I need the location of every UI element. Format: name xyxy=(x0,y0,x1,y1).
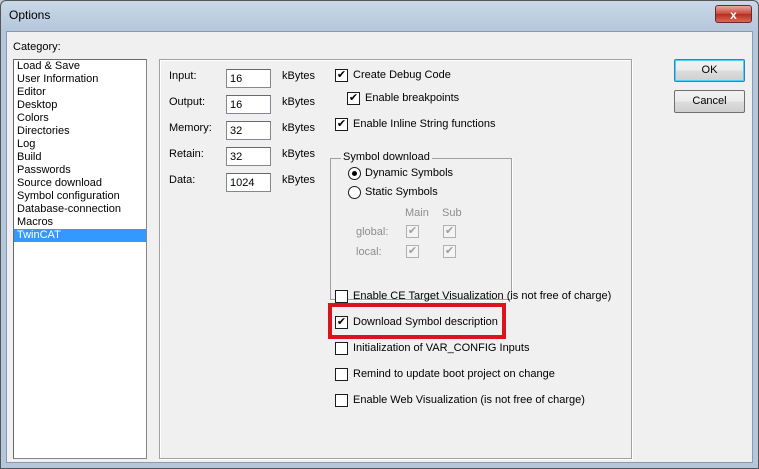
local-row-label: local: xyxy=(356,246,382,258)
data-size-unit: kBytes xyxy=(282,174,316,186)
global-main-checkbox[interactable]: ✔ xyxy=(406,225,419,238)
input-size-unit: kBytes xyxy=(282,70,316,82)
global-row-label: global: xyxy=(356,226,389,238)
category-item-database-connection[interactable]: Database-connection xyxy=(14,203,146,216)
global-sub-checkbox[interactable]: ✔ xyxy=(443,225,456,238)
annotation-highlight-box xyxy=(328,303,506,339)
retain-size-field[interactable]: 32 xyxy=(226,147,271,166)
symbol-download-title: Symbol download xyxy=(341,151,432,163)
enable-web-visualization-label: Enable Web Visualization (is not free of… xyxy=(353,394,585,406)
enable-breakpoints-label: Enable breakpoints xyxy=(365,92,460,104)
create-debug-code-checkbox[interactable]: ✔ xyxy=(335,69,348,82)
init-var-config-label: Initialization of VAR_CONFIG Inputs xyxy=(353,342,530,354)
retain-size-unit: kBytes xyxy=(282,148,316,160)
radio-selected-dot xyxy=(352,171,357,176)
output-size-unit: kBytes xyxy=(282,96,316,108)
output-size-label: Output: xyxy=(169,96,206,108)
sub-column-header: Sub xyxy=(442,207,462,219)
ok-button[interactable]: OK xyxy=(674,59,745,82)
create-debug-code-label: Create Debug Code xyxy=(353,69,451,81)
remind-boot-project-checkbox[interactable] xyxy=(335,368,348,381)
static-symbols-label: Static Symbols xyxy=(365,186,438,198)
category-item-editor[interactable]: Editor xyxy=(14,86,146,99)
dynamic-symbols-label: Dynamic Symbols xyxy=(365,167,454,179)
memory-size-label: Memory: xyxy=(169,122,212,134)
category-item-load-save[interactable]: Load & Save xyxy=(14,60,146,73)
memory-size-field[interactable]: 32 xyxy=(226,121,271,140)
memory-size-unit: kBytes xyxy=(282,122,316,134)
init-var-config-checkbox[interactable] xyxy=(335,342,348,355)
output-size-field[interactable]: 16 xyxy=(226,95,271,114)
dynamic-symbols-radio[interactable] xyxy=(348,167,361,180)
enable-ce-target-visualization-label: Enable CE Target Visualization (is not f… xyxy=(353,290,612,302)
local-sub-checkbox[interactable]: ✔ xyxy=(443,245,456,258)
category-item-source-download[interactable]: Source download xyxy=(14,177,146,190)
category-item-log[interactable]: Log xyxy=(14,138,146,151)
category-item-macros[interactable]: Macros xyxy=(14,216,146,229)
input-size-field[interactable]: 16 xyxy=(226,69,271,88)
close-icon[interactable]: x xyxy=(715,5,752,23)
enable-inline-string-checkbox[interactable]: ✔ xyxy=(335,118,348,131)
options-window: Options x Category: Load & Save User Inf… xyxy=(0,0,759,469)
title-bar[interactable]: Options x xyxy=(1,1,758,31)
category-item-user-information[interactable]: User Information xyxy=(14,73,146,86)
main-column-header: Main xyxy=(405,207,429,219)
data-size-field[interactable]: 1024 xyxy=(226,173,271,192)
category-item-directories[interactable]: Directories xyxy=(14,125,146,138)
category-item-colors[interactable]: Colors xyxy=(14,112,146,125)
static-symbols-radio[interactable] xyxy=(348,186,361,199)
category-label: Category: xyxy=(13,41,61,53)
enable-ce-target-visualization-checkbox[interactable] xyxy=(335,290,348,303)
category-item-passwords[interactable]: Passwords xyxy=(14,164,146,177)
enable-inline-string-label: Enable Inline String functions xyxy=(353,118,496,130)
local-main-checkbox[interactable]: ✔ xyxy=(406,245,419,258)
cancel-button[interactable]: Cancel xyxy=(674,90,745,113)
category-list[interactable]: Load & Save User Information Editor Desk… xyxy=(13,59,147,459)
category-item-symbol-configuration[interactable]: Symbol configuration xyxy=(14,190,146,203)
enable-web-visualization-checkbox[interactable] xyxy=(335,394,348,407)
data-size-label: Data: xyxy=(169,174,196,186)
retain-size-label: Retain: xyxy=(169,148,204,160)
remind-boot-project-label: Remind to update boot project on change xyxy=(353,368,555,380)
category-item-build[interactable]: Build xyxy=(14,151,146,164)
category-item-desktop[interactable]: Desktop xyxy=(14,99,146,112)
category-item-twincat[interactable]: TwinCAT xyxy=(14,229,146,242)
enable-breakpoints-checkbox[interactable]: ✔ xyxy=(347,92,360,105)
input-size-label: Input: xyxy=(169,70,197,82)
window-title: Options xyxy=(9,8,51,22)
